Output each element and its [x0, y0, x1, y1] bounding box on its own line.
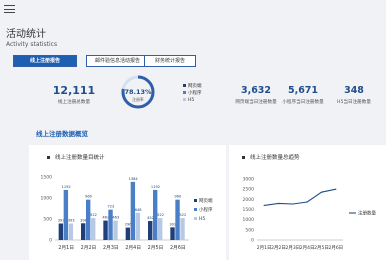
total-registrations-value: 12,111	[52, 84, 96, 97]
x-tick-label: 2月2日	[81, 245, 97, 251]
bar	[108, 209, 113, 240]
line-point	[335, 188, 337, 190]
bar-value-label: 1384	[129, 177, 139, 181]
line-point	[263, 204, 265, 207]
line-point	[277, 202, 280, 204]
y-tick-label: 2000	[243, 197, 255, 203]
bar	[63, 189, 69, 240]
legend-label: 网页端	[199, 197, 213, 204]
legend-label: H5	[199, 216, 205, 222]
summary-legend: 网页端 小程序 H5	[183, 83, 202, 104]
tab-online-registration[interactable]: 线上注册报告	[13, 55, 77, 67]
line-point	[320, 191, 323, 193]
bar-value-label: 393	[68, 218, 75, 222]
y-tick-label: 1000	[41, 196, 53, 202]
y-tick-label: 2500	[243, 187, 255, 193]
line-chart: 0 500 1000 1500 2000 2500 3000 2月1日 2月2日 2月3日 2月4日…	[243, 177, 377, 252]
section-title: 线上注册数据概览	[36, 130, 88, 138]
line-chart-card: 线上注册数量总趋势 0 500 1000 1500 2000 2500 3000 2月1日 2月…	[229, 145, 386, 260]
bar	[113, 220, 118, 240]
legend-swatch	[194, 217, 197, 220]
bar	[135, 212, 141, 240]
bar-chart: 0500100015002月1日39311923932月2日3989605222…	[41, 175, 213, 252]
y-tick-label: 1500	[243, 207, 255, 213]
page-title: 活动统计	[6, 29, 46, 40]
page-subtitle: Activity statistics	[6, 41, 58, 48]
bar-value-label: 463	[102, 216, 109, 220]
bar-value-label: 960	[174, 195, 182, 199]
bar	[91, 218, 96, 240]
registration-rate-ring: 78.13% 注册率	[121, 75, 155, 109]
legend-item-web: 网页端	[183, 83, 202, 90]
y-tick-label: 0	[251, 238, 254, 244]
x-tick-label: 2月6日	[328, 245, 343, 251]
bar-value-label: 1192	[62, 185, 71, 189]
menu-icon[interactable]	[4, 5, 15, 13]
bar	[180, 218, 185, 240]
bar-value-label: 522	[179, 213, 186, 217]
h5-daily-label: H5当日注册数量	[337, 100, 371, 105]
x-tick-label: 2月4日	[125, 245, 141, 251]
bar-value-label: 1192	[151, 185, 160, 189]
legend-label: 注册数量	[358, 210, 376, 217]
bar-value-label: 393	[58, 218, 65, 222]
h5-daily-value: 348	[344, 85, 364, 96]
tab-finance[interactable]: 财务统计报告	[144, 55, 196, 67]
y-tick-label: 500	[245, 227, 254, 233]
bar-value-label: 723	[107, 205, 114, 209]
bar-value-label: 463	[112, 216, 119, 220]
bar-value-label: 452	[147, 216, 154, 220]
bar	[125, 227, 131, 240]
line-point	[306, 201, 308, 203]
legend-swatch	[183, 98, 186, 101]
y-tick-label: 0	[49, 238, 52, 244]
x-tick-label: 2月3日	[285, 245, 300, 251]
y-tick-label: 1500	[41, 175, 53, 181]
bar	[68, 223, 74, 240]
legend-item-h5: H5	[183, 97, 202, 104]
y-tick-label: 500	[43, 217, 52, 223]
line-point	[292, 203, 294, 205]
bar	[175, 199, 180, 240]
x-tick-label: 2月5日	[314, 245, 329, 251]
x-tick-label: 2月1日	[58, 245, 74, 251]
y-tick-label: 1000	[243, 217, 255, 223]
bar	[58, 223, 64, 240]
miniprogram-daily-label: 小程序当日注册数量	[282, 100, 324, 105]
bar	[86, 199, 91, 240]
legend-swatch	[183, 84, 186, 87]
legend-swatch	[194, 199, 197, 202]
tab-email-activity[interactable]: 邮件验信息活动报告	[86, 55, 149, 67]
bar	[158, 218, 163, 240]
bar-chart-card: 线上注册数量目统计 0 500 1000 1500 2月1日 393 1192 393 2月2日…	[29, 145, 226, 260]
legend-swatch	[194, 208, 197, 211]
bar	[148, 221, 153, 240]
series-line	[264, 188, 336, 206]
web-daily-label: 网页端当日注册数量	[235, 100, 277, 105]
x-tick-label: 2月2日	[271, 245, 286, 251]
ring-label-text: 注册率	[132, 97, 144, 102]
x-tick-label: 2月6日	[170, 245, 186, 251]
bar-value-label: 522	[90, 213, 97, 217]
x-tick-label: 2月1日	[257, 245, 272, 251]
bar	[103, 220, 108, 240]
bar	[170, 227, 175, 240]
bar-value-label: 522	[157, 213, 164, 217]
web-daily-value: 3,632	[240, 85, 272, 96]
legend-label: 小程序	[199, 206, 213, 213]
ring-percent-text: 78.13%	[124, 88, 152, 96]
x-tick-label: 2月5日	[148, 245, 164, 251]
x-tick-label: 2月3日	[103, 245, 119, 251]
legend-item-miniprogram: 小程序	[183, 90, 202, 97]
total-registrations-label: 线上注册总数量	[57, 100, 91, 105]
legend-swatch	[183, 91, 186, 94]
bar-value-label: 648	[135, 208, 143, 212]
y-tick-label: 3000	[243, 177, 255, 183]
bar-value-label: 302	[169, 222, 176, 226]
x-tick-label: 2月4日	[300, 245, 315, 251]
bar	[81, 223, 86, 240]
bar-value-label: 960	[85, 195, 93, 199]
miniprogram-daily-value: 5,671	[287, 85, 319, 96]
